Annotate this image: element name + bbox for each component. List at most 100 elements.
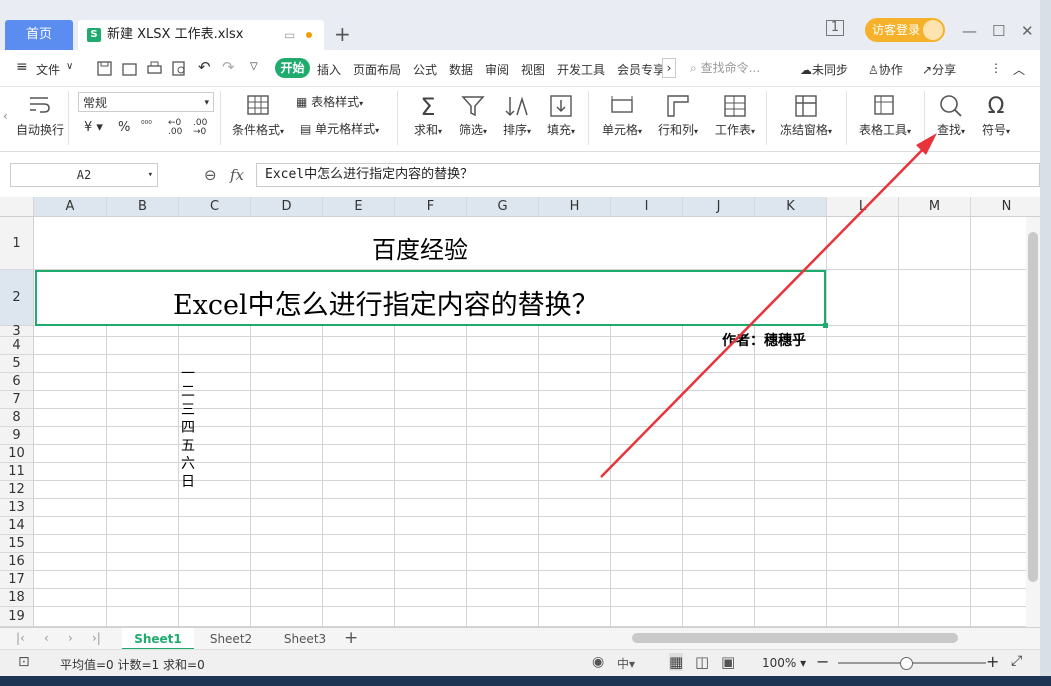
sum-button[interactable]: Σ 求和▾	[410, 93, 446, 138]
row-header-17[interactable]: 17	[0, 571, 34, 589]
fill-button[interactable]: 填充▾	[543, 93, 579, 138]
row-header-15[interactable]: 15	[0, 535, 34, 553]
cell-c8-item[interactable]: 四	[181, 419, 195, 437]
row-header-18[interactable]: 18	[0, 589, 34, 607]
sheet-tab-3[interactable]: Sheet3	[272, 628, 338, 650]
cell-c10-item[interactable]: 六	[181, 455, 195, 473]
row-header-13[interactable]: 13	[0, 499, 34, 517]
menu-member[interactable]: 会员专享	[617, 61, 663, 78]
menu-data[interactable]: 数据	[449, 61, 473, 78]
minimize-icon[interactable]: —	[962, 22, 977, 40]
eye-icon[interactable]: ◉	[592, 654, 604, 670]
menu-formula[interactable]: 公式	[413, 61, 437, 78]
table-style-button[interactable]: ▦ 表格样式▾	[296, 93, 363, 110]
symbol-button[interactable]: Ω 符号▾	[978, 93, 1014, 138]
column-header-a[interactable]: A	[34, 197, 107, 217]
last-sheet-icon[interactable]: ›|	[92, 631, 101, 645]
row-header-2[interactable]: 2	[0, 270, 34, 326]
sheet-tab-active[interactable]: Sheet1	[122, 628, 194, 650]
screen-icon[interactable]: ⊡	[18, 654, 30, 670]
zoom-in-button[interactable]: +	[986, 652, 999, 671]
filter-button[interactable]: 筛选▾	[455, 93, 491, 138]
redo-icon[interactable]: ↷	[222, 58, 235, 76]
name-box[interactable]: A2 ▾	[10, 163, 158, 187]
row-header-5[interactable]: 5	[0, 355, 34, 373]
menu-review[interactable]: 审阅	[485, 61, 509, 78]
add-sheet-button[interactable]: +	[344, 628, 358, 648]
row-header-14[interactable]: 14	[0, 517, 34, 535]
row-header-10[interactable]: 10	[0, 445, 34, 463]
menu-developer[interactable]: 开发工具	[557, 61, 605, 78]
zoom-level[interactable]: 100% ▾	[762, 656, 806, 670]
increase-decimal-icon[interactable]: ←0.00	[168, 119, 182, 137]
currency-icon[interactable]: ¥ ▾	[84, 120, 103, 135]
row-header-12[interactable]: 12	[0, 481, 34, 499]
page-view-icon[interactable]: ◫	[695, 653, 709, 671]
fx-icon[interactable]: fx	[230, 166, 244, 184]
select-all-corner[interactable]	[0, 197, 34, 217]
column-header-e[interactable]: E	[323, 197, 395, 217]
save-icon[interactable]	[97, 61, 112, 76]
page-break-icon[interactable]: ▣	[721, 653, 735, 671]
multi-window-icon[interactable]: 1	[826, 20, 844, 36]
first-sheet-icon[interactable]: |‹	[16, 631, 25, 645]
horizontal-scroll-thumb[interactable]	[632, 633, 958, 643]
column-header-f[interactable]: F	[395, 197, 467, 217]
menu-page-layout[interactable]: 页面布局	[353, 61, 401, 78]
cell-a1-title[interactable]: 百度经验	[372, 230, 468, 265]
row-header-8[interactable]: 8	[0, 409, 34, 427]
row-header-9[interactable]: 9	[0, 427, 34, 445]
hamburger-icon[interactable]: ≡	[16, 59, 28, 75]
close-icon[interactable]: ✕	[1021, 22, 1034, 40]
sync-status[interactable]: ☁未同步	[800, 61, 848, 78]
prev-sheet-icon[interactable]: ‹	[44, 631, 49, 645]
chevron-down-icon[interactable]: ∨	[66, 61, 73, 72]
undo-icon[interactable]: ↶	[198, 58, 211, 76]
collapse-ribbon-icon[interactable]: ︿	[1013, 61, 1025, 78]
column-header-g[interactable]: G	[467, 197, 539, 217]
cell-c9-item[interactable]: 五	[181, 437, 195, 455]
normal-view-icon[interactable]: ▦	[669, 653, 684, 671]
zoom-out-button[interactable]: −	[816, 652, 829, 671]
row-header-7[interactable]: 7	[0, 391, 34, 409]
share-button[interactable]: ↗分享	[922, 61, 956, 78]
sheet-tab-2[interactable]: Sheet2	[198, 628, 264, 650]
export-icon[interactable]	[122, 61, 137, 76]
print-icon[interactable]	[147, 61, 162, 76]
cond-format-button[interactable]: 条件格式▾	[229, 93, 287, 138]
chevron-right-icon[interactable]: ›	[662, 58, 676, 78]
column-header-d[interactable]: D	[251, 197, 323, 217]
row-header-1[interactable]: 1	[0, 217, 34, 270]
cell-c7-item[interactable]: 三	[181, 401, 195, 419]
input-method-icon[interactable]: 中▾	[617, 655, 635, 672]
zoom-search-icon[interactable]: ⊖	[204, 166, 217, 184]
row-header-11[interactable]: 11	[0, 463, 34, 481]
menu-insert[interactable]: 插入	[317, 61, 341, 78]
collab-button[interactable]: ♙协作	[868, 61, 903, 78]
ribbon-scroll-left-icon[interactable]: ‹	[3, 109, 8, 123]
number-format-select[interactable]: 常规 ▾	[78, 92, 214, 112]
cell-c11-item[interactable]: 日	[181, 473, 195, 491]
sort-button[interactable]: 排序▾	[499, 93, 535, 138]
home-tab[interactable]: 首页	[5, 20, 73, 50]
add-tab-button[interactable]: +	[334, 22, 351, 46]
decrease-decimal-icon[interactable]: .00 →0	[193, 119, 207, 137]
zoom-slider-thumb[interactable]	[900, 657, 913, 670]
column-header-b[interactable]: B	[107, 197, 179, 217]
cell-c6-item[interactable]: 二	[181, 383, 195, 401]
autowrap-button[interactable]: 自动换行	[14, 93, 66, 138]
quick-access-more-icon[interactable]: ▽	[250, 61, 258, 72]
cell-c5-item[interactable]: 一	[181, 365, 195, 383]
row-header-6[interactable]: 6	[0, 373, 34, 391]
cell-style-button[interactable]: ▤ 单元格样式▾	[300, 120, 379, 137]
menu-view[interactable]: 视图	[521, 61, 545, 78]
row-header-3[interactable]: 3	[0, 324, 34, 339]
vertical-scroll-thumb[interactable]	[1028, 232, 1038, 582]
column-header-n[interactable]: N	[971, 197, 1040, 217]
menu-file[interactable]: 文件	[36, 61, 60, 78]
next-sheet-icon[interactable]: ›	[68, 631, 73, 645]
menu-start[interactable]: 开始	[275, 58, 310, 78]
login-button[interactable]: 访客登录	[865, 18, 945, 42]
row-header-4[interactable]: 4	[0, 337, 34, 355]
window-icon[interactable]: ▭	[284, 20, 295, 50]
